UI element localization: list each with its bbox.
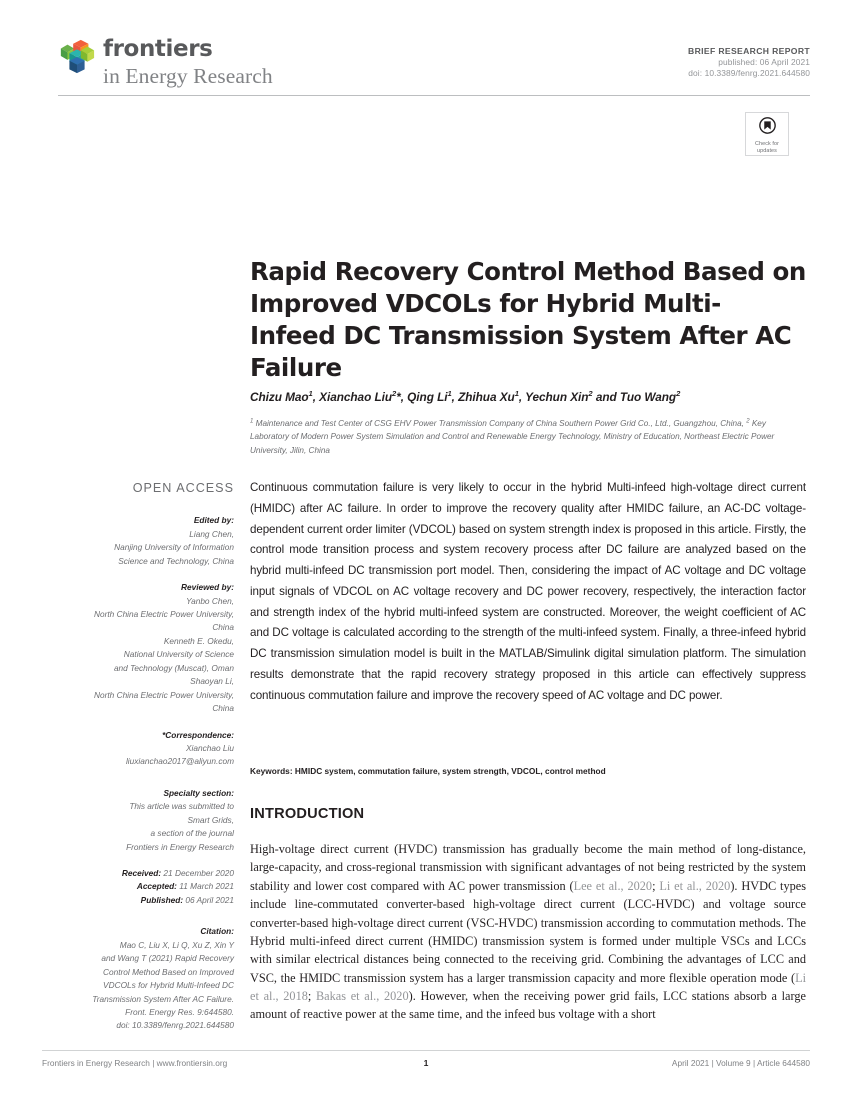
cfu-line-2: updates bbox=[757, 148, 777, 155]
received-line: Received: 21 December 2020 bbox=[42, 867, 234, 880]
sidebar-text-line: North China Electric Power University, bbox=[93, 609, 234, 620]
page-footer: Frontiers in Energy Research | www.front… bbox=[42, 1058, 810, 1074]
header-divider bbox=[58, 95, 810, 96]
specialty-heading: Specialty section: bbox=[163, 787, 234, 798]
sidebar-text-line: North China Electric Power University, bbox=[93, 689, 234, 700]
accepted-line: Accepted: 11 March 2021 bbox=[42, 880, 234, 893]
specialty-section-block: Specialty section: This article was subm… bbox=[42, 787, 234, 854]
specialty-lines: This article was submitted to Smart Grids… bbox=[42, 800, 234, 854]
journal-header: frontiers in Energy Research BRIEF RESEA… bbox=[58, 36, 810, 96]
abstract-text: Continuous commutation failure is very l… bbox=[250, 481, 806, 702]
correspondence-block: *Correspondence: Xianchao Liu liuxianchao… bbox=[42, 729, 234, 769]
article-info-sidebar: OPEN ACCESS Edited by: Liang Chen, Nanjin… bbox=[42, 478, 234, 1046]
published-date: published: 06 April 2021 bbox=[718, 57, 810, 68]
sidebar-text-line: Nanjing University of Information bbox=[114, 542, 234, 553]
citation-block: Citation: Mao C, Liu X, Li Q, Xu Z, Xin … bbox=[42, 925, 234, 1033]
sidebar-text-line: National University of Science bbox=[123, 649, 234, 660]
sidebar-text-line: This article was submitted to bbox=[129, 801, 234, 812]
edited-by-lines: Liang Chen, Nanjing University of Informa… bbox=[42, 528, 234, 568]
sidebar-text-line: Kenneth E. Okedu, bbox=[163, 635, 234, 646]
published-label: Published: bbox=[140, 894, 184, 905]
sidebar-text-line: liuxianchao2017@aliyun.com bbox=[125, 756, 234, 767]
cfu-line-1: Check for bbox=[755, 141, 779, 147]
reviewed-by-block: Reviewed by: Yanbo Chen, North China Elec… bbox=[42, 581, 234, 715]
section-heading-introduction: INTRODUCTION bbox=[250, 806, 365, 822]
citation-lines: Mao C, Liu X, Li Q, Xu Z, Xin Y and Wang … bbox=[42, 939, 234, 1033]
sidebar-text-line: Xianchao Liu bbox=[186, 742, 234, 753]
published-line: Published: 06 April 2021 bbox=[42, 894, 234, 907]
doi-text[interactable]: doi: 10.3389/fenrg.2021.644580 bbox=[688, 68, 810, 79]
footer-issue-info: April 2021 | Volume 9 | Article 644580 bbox=[671, 1058, 810, 1068]
sidebar-text-line: China bbox=[212, 703, 234, 714]
sidebar-text-line: Shaoyan Li, bbox=[190, 676, 234, 687]
open-access-label: OPEN ACCESS bbox=[132, 481, 234, 495]
sidebar-text-line: Smart Grids, bbox=[187, 814, 234, 825]
sidebar-text-line: Transmission System After AC Failure. bbox=[92, 993, 234, 1004]
frontiers-logo-icon bbox=[60, 39, 95, 74]
article-title: Rapid Recovery Control Method Based on I… bbox=[250, 257, 806, 382]
sidebar-text-line: Science and Technology, China bbox=[118, 555, 234, 566]
brand-name-frontiers: frontiers bbox=[103, 36, 213, 62]
published-value: 06 April 2021 bbox=[185, 894, 234, 905]
brand-name-subject: in Energy Research bbox=[103, 64, 273, 88]
correspondence-heading: *Correspondence: bbox=[162, 729, 234, 740]
sidebar-text-line: China bbox=[212, 622, 234, 633]
sidebar-text-line: Yanbo Chen, bbox=[186, 595, 234, 606]
received-value: 21 December 2020 bbox=[163, 868, 234, 879]
crossmark-icon bbox=[758, 117, 776, 134]
correspondence-lines[interactable]: Xianchao Liu liuxianchao2017@aliyun.com bbox=[42, 742, 234, 769]
journal-brand-text: frontiers in Energy Research bbox=[103, 36, 273, 88]
check-for-updates-badge[interactable]: Check for updates bbox=[745, 112, 789, 156]
accepted-label: Accepted: bbox=[136, 881, 177, 892]
journal-brand: frontiers in Energy Research bbox=[58, 36, 273, 88]
accepted-value: 11 March 2021 bbox=[179, 881, 234, 892]
affiliation-list: 1 Maintenance and Test Center of CSG EHV… bbox=[250, 418, 775, 455]
page-canvas: frontiers in Energy Research BRIEF RESEA… bbox=[0, 0, 850, 1113]
sidebar-text-line: and Technology (Muscat), Oman bbox=[113, 662, 234, 673]
sidebar-text-line: a section of the journal bbox=[150, 828, 234, 839]
check-for-updates-label: Check for updates bbox=[746, 141, 788, 156]
edited-by-heading: Edited by: bbox=[193, 515, 234, 526]
sidebar-text-line: doi: 10.3389/fenrg.2021.644580 bbox=[116, 1020, 234, 1031]
citation-heading: Citation: bbox=[200, 926, 234, 937]
sidebar-text-line: VDCOLs for Hybrid Multi-Infeed DC bbox=[103, 980, 234, 991]
article-type-label: BRIEF RESEARCH REPORT bbox=[688, 46, 810, 56]
reviewed-by-heading: Reviewed by: bbox=[180, 582, 234, 593]
edited-by-block: Edited by: Liang Chen, Nanjing University… bbox=[42, 514, 234, 568]
sidebar-text-line: Frontiers in Energy Research bbox=[126, 841, 234, 852]
sidebar-text-line: Front. Energy Res. 9:644580. bbox=[125, 1006, 234, 1017]
author-list: Chizu Mao1, Xianchao Liu2*, Qing Li1, Zh… bbox=[250, 389, 681, 404]
introduction-paragraph: High-voltage direct current (HVDC) trans… bbox=[250, 842, 806, 1022]
sidebar-text-line: and Wang T (2021) Rapid Recovery bbox=[101, 953, 234, 964]
footer-divider bbox=[42, 1050, 810, 1051]
sidebar-text-line: Liang Chen, bbox=[189, 528, 234, 539]
reviewed-by-lines: Yanbo Chen, North China Electric Power Un… bbox=[42, 595, 234, 716]
header-metadata: BRIEF RESEARCH REPORT published: 06 Apri… bbox=[688, 46, 810, 80]
keywords-line: Keywords: HMIDC system, commutation fail… bbox=[250, 766, 606, 776]
sidebar-text-line: Control Method Based on Improved bbox=[103, 966, 234, 977]
sidebar-text-line: Mao C, Liu X, Li Q, Xu Z, Xin Y bbox=[119, 939, 234, 950]
dates-block: Received: 21 December 2020 Accepted: 11 … bbox=[42, 867, 234, 907]
received-label: Received: bbox=[121, 868, 162, 879]
